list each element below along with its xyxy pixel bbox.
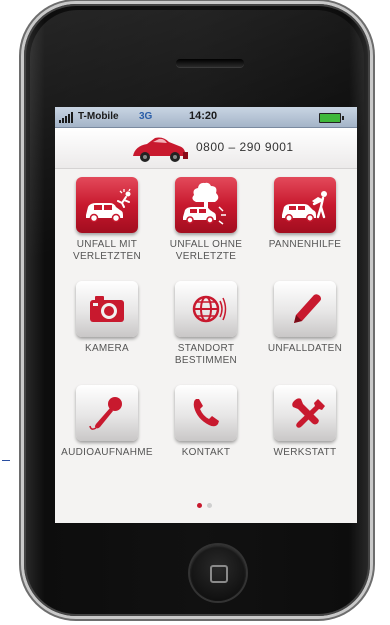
tile-icon-box xyxy=(274,385,336,441)
tile-unfall-ohne-verletzte[interactable]: UNFALL OHNE VERLETZTE xyxy=(158,177,254,263)
car-tree-accident-icon xyxy=(183,182,226,225)
tile-icon-box xyxy=(76,177,138,233)
tile-icon-box xyxy=(76,281,138,337)
signal-strength-icon xyxy=(59,112,73,123)
tile-label: UNFALL OHNE VERLETZTE xyxy=(169,239,243,262)
tile-icon-box xyxy=(76,385,138,441)
tile-label: UNFALL MIT VERLETZTEN xyxy=(72,239,141,262)
app-header: 0800 – 290 9001 xyxy=(55,128,357,169)
battery-icon xyxy=(319,113,344,123)
side-mark xyxy=(2,460,10,461)
globe-location-icon xyxy=(192,295,227,323)
tile-kontakt[interactable]: KONTAKT xyxy=(158,385,254,459)
page-dot[interactable] xyxy=(207,503,212,508)
tile-label: KONTAKT xyxy=(181,447,231,458)
tools-icon xyxy=(292,398,325,428)
app-screen: T-Mobile 3G 14:20 0800 – 290 9001 UNFALL… xyxy=(55,107,357,523)
tile-audioaufnahme[interactable]: AUDIOAUFNAHME xyxy=(59,385,155,459)
tile-icon-box xyxy=(175,385,237,441)
tile-icon-box xyxy=(175,281,237,337)
car-breakdown-icon xyxy=(282,191,327,222)
tile-label: AUDIOAUFNAHME xyxy=(61,447,153,458)
page-indicator[interactable] xyxy=(197,503,212,508)
tile-label: UNFALLDATEN xyxy=(267,343,343,354)
status-time: 14:20 xyxy=(189,110,218,122)
tile-label: WERKSTATT xyxy=(273,447,337,458)
tile-unfall-mit-verletzten[interactable]: UNFALL MIT VERLETZTEN xyxy=(59,177,155,263)
camera-icon xyxy=(90,296,124,322)
page-dot-active[interactable] xyxy=(197,503,202,508)
microphone-icon xyxy=(89,397,122,430)
tile-standort-bestimmen[interactable]: STANDORT BESTIMMEN xyxy=(158,281,254,367)
network-type: 3G xyxy=(139,111,153,122)
tile-kamera[interactable]: KAMERA xyxy=(59,281,155,355)
phone-handset-icon xyxy=(193,399,219,427)
pencil-icon xyxy=(294,294,321,323)
tile-unfalldaten[interactable]: UNFALLDATEN xyxy=(257,281,353,355)
tile-pannenhilfe[interactable]: PANNENHILFE xyxy=(257,177,353,251)
hotline-number[interactable]: 0800 – 290 9001 xyxy=(196,140,294,154)
tile-werkstatt[interactable]: WERKSTATT xyxy=(257,385,353,459)
tile-label: STANDORT BESTIMMEN xyxy=(174,343,238,366)
car-accident-person-icon xyxy=(86,188,131,223)
tile-icon-box xyxy=(274,177,336,233)
tile-icon-box xyxy=(274,281,336,337)
tile-icon-box xyxy=(175,177,237,233)
earpiece-speaker xyxy=(176,59,244,67)
brand-logo-car-icon xyxy=(133,137,188,162)
status-bar: T-Mobile 3G 14:20 xyxy=(55,107,357,128)
carrier-name: T-Mobile xyxy=(78,111,119,122)
home-button-square-icon xyxy=(210,565,228,583)
tile-label: KAMERA xyxy=(84,343,130,354)
tile-label: PANNENHILFE xyxy=(268,239,342,250)
